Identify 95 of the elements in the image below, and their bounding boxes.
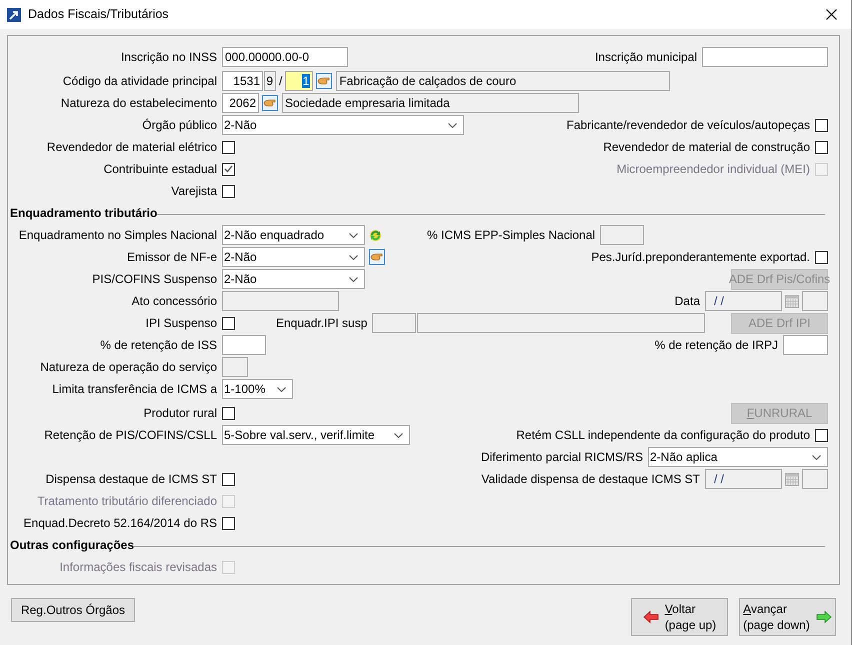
separator-text: / — [279, 73, 282, 90]
checkbox[interactable] — [815, 250, 828, 264]
input-field[interactable] — [222, 357, 248, 377]
input-field[interactable]: 1531 — [222, 71, 263, 91]
lookup-hand-icon[interactable] — [316, 73, 332, 89]
section-title: Enquadramento tributário — [9, 205, 158, 222]
input-field[interactable] — [600, 225, 644, 245]
chevron-down-icon — [448, 122, 457, 128]
chevron-down-icon — [349, 276, 358, 282]
field-label: Produtor rural — [144, 405, 217, 422]
lookup-hand-icon[interactable] — [369, 249, 385, 265]
checkbox[interactable] — [815, 140, 828, 154]
app-logo-icon — [7, 8, 21, 22]
checkbox[interactable] — [222, 184, 235, 198]
input-field[interactable]: Fabricação de calçados de couro — [336, 71, 670, 91]
calendar-icon[interactable] — [785, 294, 799, 308]
field-label: Data — [674, 293, 700, 310]
dropdown[interactable]: 2-Não — [222, 115, 464, 135]
field-label: Microempreendedor individual (MEI) — [616, 161, 810, 178]
field-label: Inscrição no INSS — [120, 49, 217, 66]
field-label: Pes.Juríd.preponderantemente exportad. — [591, 249, 810, 266]
field-label: Retém CSLL independente da configuração do produto — [516, 427, 810, 444]
checkbox[interactable] — [222, 472, 235, 486]
chevron-down-icon — [277, 386, 286, 392]
chevron-down-icon — [394, 432, 403, 438]
field-label: Inscrição municipal — [594, 49, 697, 66]
field-label: Enquad.Decreto 52.164/2014 do RS — [24, 515, 217, 532]
field-label: IPI Suspenso — [146, 315, 217, 332]
field-label: Dispensa destaque de ICMS ST — [46, 471, 217, 488]
window-title: Dados Fiscais/Tributários — [28, 6, 169, 24]
input-field[interactable] — [222, 291, 339, 311]
input-field[interactable]: 1 — [285, 71, 314, 91]
chevron-down-icon — [812, 454, 821, 460]
checkbox[interactable] — [222, 516, 235, 530]
dropdown[interactable]: 2-Não — [222, 269, 365, 289]
dropdown[interactable]: 1-100% — [222, 379, 293, 399]
field-label: Revendedor de material de construção — [603, 139, 810, 156]
field-label: PIS/COFINS Suspenso — [92, 271, 217, 288]
checkbox[interactable] — [222, 162, 235, 176]
dropdown[interactable]: 2-Não aplica — [648, 447, 828, 467]
input-field[interactable] — [783, 335, 828, 355]
field-label: Validade dispensa de destaque ICMS ST — [481, 471, 700, 488]
input-field[interactable]: 000.00000.00-0 — [222, 47, 348, 67]
dropdown[interactable]: 2-Não enquadrado — [222, 225, 365, 245]
input-field[interactable]: 2062 — [222, 93, 259, 113]
time-field[interactable] — [802, 469, 828, 489]
left-arrow-icon — [642, 610, 659, 624]
input-field[interactable] — [702, 47, 828, 67]
field-label: Diferimento parcial RICMS/RS — [480, 449, 643, 466]
checkbox[interactable] — [815, 118, 828, 132]
field-label: Enquadr.IPI susp — [276, 315, 368, 332]
field-label: % de retenção de ISS — [100, 337, 217, 354]
section-title: Outras configurações — [9, 537, 134, 554]
field-label: Natureza do estabelecimento — [60, 95, 217, 112]
time-field[interactable] — [802, 291, 828, 311]
input-field[interactable]: Sociedade empresaria limitada — [282, 93, 579, 113]
chevron-down-icon — [349, 232, 358, 238]
field-label: Ato concessório — [132, 293, 217, 310]
dropdown[interactable]: 5-Sobre val.serv., verif.limite — [222, 425, 410, 445]
field-label: Enquadramento no Simples Nacional — [18, 227, 217, 244]
field-label: Órgão público — [142, 117, 217, 134]
chevron-down-icon — [349, 254, 358, 260]
date-field[interactable]: / / — [705, 469, 782, 489]
field-label: Limita transferência de ICMS a — [52, 381, 217, 398]
checkbox[interactable] — [222, 406, 235, 420]
field-label: Emissor de NF-e — [126, 249, 217, 266]
calendar-icon[interactable] — [785, 472, 799, 486]
refresh-icon[interactable] — [369, 228, 382, 242]
field-label: Retenção de PIS/COFINS/CSLL — [44, 427, 217, 444]
field-label: Código da atividade principal — [62, 73, 217, 90]
input-field[interactable] — [417, 313, 706, 333]
field-label: % ICMS EPP-Simples Nacional — [427, 227, 596, 244]
field-label: Varejista — [171, 183, 217, 200]
field-label: Fabricante/revendedor de veículos/autopeças — [566, 117, 810, 134]
action-button[interactable]: Reg.Outros Órgãos — [11, 598, 135, 622]
input-field[interactable] — [222, 335, 266, 355]
field-label: Revendedor de material elétrico — [46, 139, 217, 156]
field-label: Contribuinte estadual — [104, 161, 217, 178]
forward-button[interactable]: Avançar (page down) — [739, 598, 836, 636]
checkbox[interactable] — [815, 428, 828, 442]
checkbox[interactable] — [222, 316, 235, 330]
right-arrow-icon — [816, 610, 832, 624]
lookup-hand-icon[interactable] — [262, 95, 278, 111]
checkmark-icon — [224, 165, 233, 173]
input-field[interactable]: 9 — [264, 71, 276, 91]
dropdown[interactable]: 2-Não — [222, 247, 365, 267]
back-button[interactable]: Voltar (page up) — [631, 598, 728, 636]
field-label: % de retenção de IRPJ — [654, 337, 778, 354]
input-field[interactable] — [372, 313, 416, 333]
field-label: Natureza de operação do serviço — [40, 359, 217, 376]
close-icon[interactable] — [826, 9, 837, 20]
field-label: Informações fiscais revisadas — [60, 559, 217, 576]
date-field[interactable]: / / — [705, 291, 782, 311]
checkbox[interactable] — [222, 140, 235, 154]
field-label: Tratamento tributário diferenciado — [37, 493, 217, 510]
